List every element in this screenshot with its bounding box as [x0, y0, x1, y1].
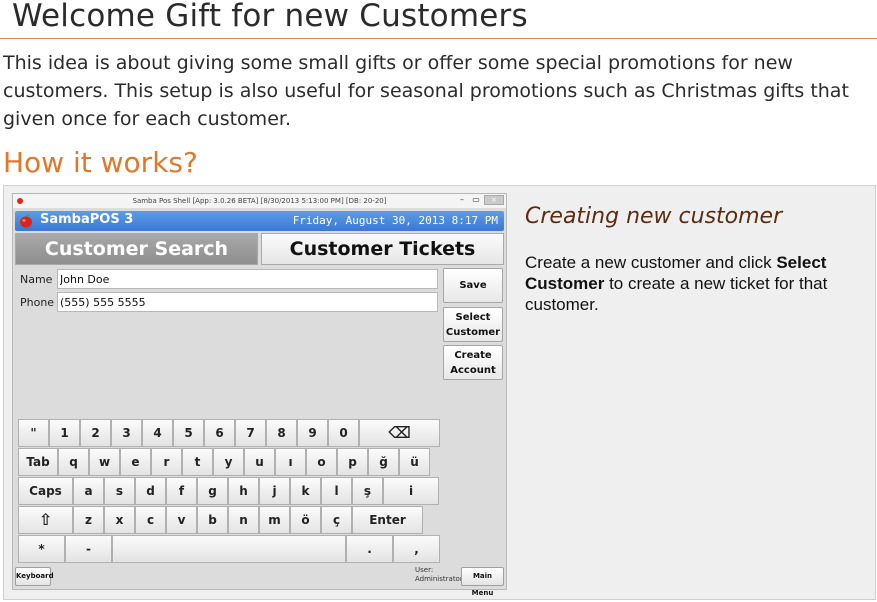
key-2[interactable]: 2 — [80, 419, 111, 447]
name-label: Name — [20, 273, 53, 286]
key-9[interactable]: 9 — [297, 419, 328, 447]
sambapos-window: Samba Pos Shell [App: 3.0.26 BETA] [8/30… — [12, 193, 507, 597]
key-3[interactable]: 3 — [111, 419, 142, 447]
keyboard-row-5: * - . , — [18, 535, 440, 564]
title-divider — [0, 38, 877, 39]
key-h[interactable]: h — [228, 477, 259, 505]
key-f[interactable]: f — [166, 477, 197, 505]
key-e[interactable]: e — [120, 448, 151, 476]
select-customer-label-1: Select — [455, 311, 491, 323]
save-button-label: Save — [459, 280, 487, 291]
user-info: User: Administrator — [415, 566, 463, 584]
on-screen-keyboard: " 1 2 3 4 5 6 7 8 9 0 ⌫ Tab q w e r t y … — [18, 419, 440, 564]
key-7[interactable]: 7 — [235, 419, 266, 447]
user-label: User: — [415, 566, 434, 574]
key-s[interactable]: s — [104, 477, 135, 505]
key-tab[interactable]: Tab — [18, 448, 58, 476]
phone-field[interactable] — [57, 292, 438, 312]
subsection-title: Creating new customer — [525, 204, 783, 229]
key-g-breve[interactable]: ğ — [368, 448, 399, 476]
key-asterisk[interactable]: * — [18, 535, 65, 563]
key-dotless-i[interactable]: ı — [275, 448, 306, 476]
key-d[interactable]: d — [135, 477, 166, 505]
intro-text: This idea is about giving some small gif… — [3, 52, 849, 130]
select-customer-button[interactable]: Select Customer — [443, 307, 503, 342]
main-menu-button[interactable]: Main Menu — [461, 567, 504, 597]
key-n[interactable]: n — [228, 506, 259, 534]
keyboard-row-3: Caps a s d f g h j k l ş i — [18, 477, 440, 506]
key-1[interactable]: 1 — [49, 419, 80, 447]
key-comma[interactable]: , — [393, 535, 440, 563]
page-title: Welcome Gift for new Customers — [12, 0, 528, 34]
create-account-button[interactable]: Create Account — [443, 345, 503, 380]
key-caps[interactable]: Caps — [18, 477, 73, 505]
key-w[interactable]: w — [89, 448, 120, 476]
key-o[interactable]: o — [306, 448, 337, 476]
key-enter[interactable]: Enter — [352, 506, 423, 534]
section-title: How it works? — [3, 146, 198, 179]
maximize-icon[interactable]: ▭ — [470, 195, 482, 205]
key-p[interactable]: p — [337, 448, 368, 476]
description-text: Create a new customer and click Select C… — [525, 252, 870, 315]
shift-icon[interactable]: ⇧ — [18, 506, 73, 534]
select-customer-label-2: Customer — [445, 326, 501, 338]
key-5[interactable]: 5 — [173, 419, 204, 447]
key-g[interactable]: g — [197, 477, 228, 505]
key-s-cedilla[interactable]: ş — [352, 477, 383, 505]
key-space[interactable] — [112, 535, 346, 563]
key-4[interactable]: 4 — [142, 419, 173, 447]
tab-customer-search[interactable]: Customer Search — [15, 233, 258, 265]
keyboard-row-4: ⇧ z x c v b n m ö ç Enter — [18, 506, 440, 535]
key-m[interactable]: m — [259, 506, 290, 534]
minimize-icon[interactable]: – — [456, 195, 468, 205]
key-o-umlaut[interactable]: ö — [290, 506, 321, 534]
key-k[interactable]: k — [290, 477, 321, 505]
key-l[interactable]: l — [321, 477, 352, 505]
key-i[interactable]: i — [383, 477, 439, 505]
app-name: SambaPOS 3 — [40, 212, 134, 227]
description-part-1: Create a new customer and click — [525, 253, 777, 272]
save-button[interactable]: Save — [443, 268, 503, 303]
keyboard-row-1: " 1 2 3 4 5 6 7 8 9 0 ⌫ — [18, 419, 440, 448]
close-icon[interactable]: × — [484, 195, 504, 205]
keyboard-row-2: Tab q w e r t y u ı o p ğ ü — [18, 448, 440, 477]
tab-customer-tickets[interactable]: Customer Tickets — [261, 233, 504, 265]
key-z[interactable]: z — [73, 506, 104, 534]
key-u[interactable]: u — [244, 448, 275, 476]
key-b[interactable]: b — [197, 506, 228, 534]
app-datetime: Friday, August 30, 2013 8:17 PM — [292, 214, 498, 227]
key-c-cedilla[interactable]: ç — [321, 506, 352, 534]
key-x[interactable]: x — [104, 506, 135, 534]
key-u-umlaut[interactable]: ü — [399, 448, 430, 476]
key-t[interactable]: t — [182, 448, 213, 476]
key-period[interactable]: . — [346, 535, 393, 563]
key-6[interactable]: 6 — [204, 419, 235, 447]
key-0[interactable]: 0 — [328, 419, 359, 447]
key-v[interactable]: v — [166, 506, 197, 534]
window-titlebar: Samba Pos Shell [App: 3.0.26 BETA] [8/30… — [13, 194, 506, 208]
key-minus[interactable]: - — [65, 535, 112, 563]
key-q[interactable]: q — [58, 448, 89, 476]
user-name: Administrator — [415, 575, 463, 583]
app-icon — [17, 198, 23, 204]
key-8[interactable]: 8 — [266, 419, 297, 447]
create-account-label-1: Create — [454, 349, 492, 361]
app-header: SambaPOS 3 Friday, August 30, 2013 8:17 … — [15, 211, 504, 231]
key-c[interactable]: c — [135, 506, 166, 534]
key-quote[interactable]: " — [18, 419, 49, 447]
backspace-icon[interactable]: ⌫ — [359, 419, 440, 447]
apple-logo-icon — [20, 214, 32, 228]
key-a[interactable]: a — [73, 477, 104, 505]
key-r[interactable]: r — [151, 448, 182, 476]
name-field[interactable] — [57, 269, 438, 289]
phone-label: Phone — [20, 296, 55, 309]
key-j[interactable]: j — [259, 477, 290, 505]
create-account-label-2: Account — [450, 364, 496, 376]
key-y[interactable]: y — [213, 448, 244, 476]
window-title: Samba Pos Shell [App: 3.0.26 BETA] [8/30… — [132, 197, 387, 205]
keyboard-button[interactable]: Keyboard — [15, 567, 54, 586]
